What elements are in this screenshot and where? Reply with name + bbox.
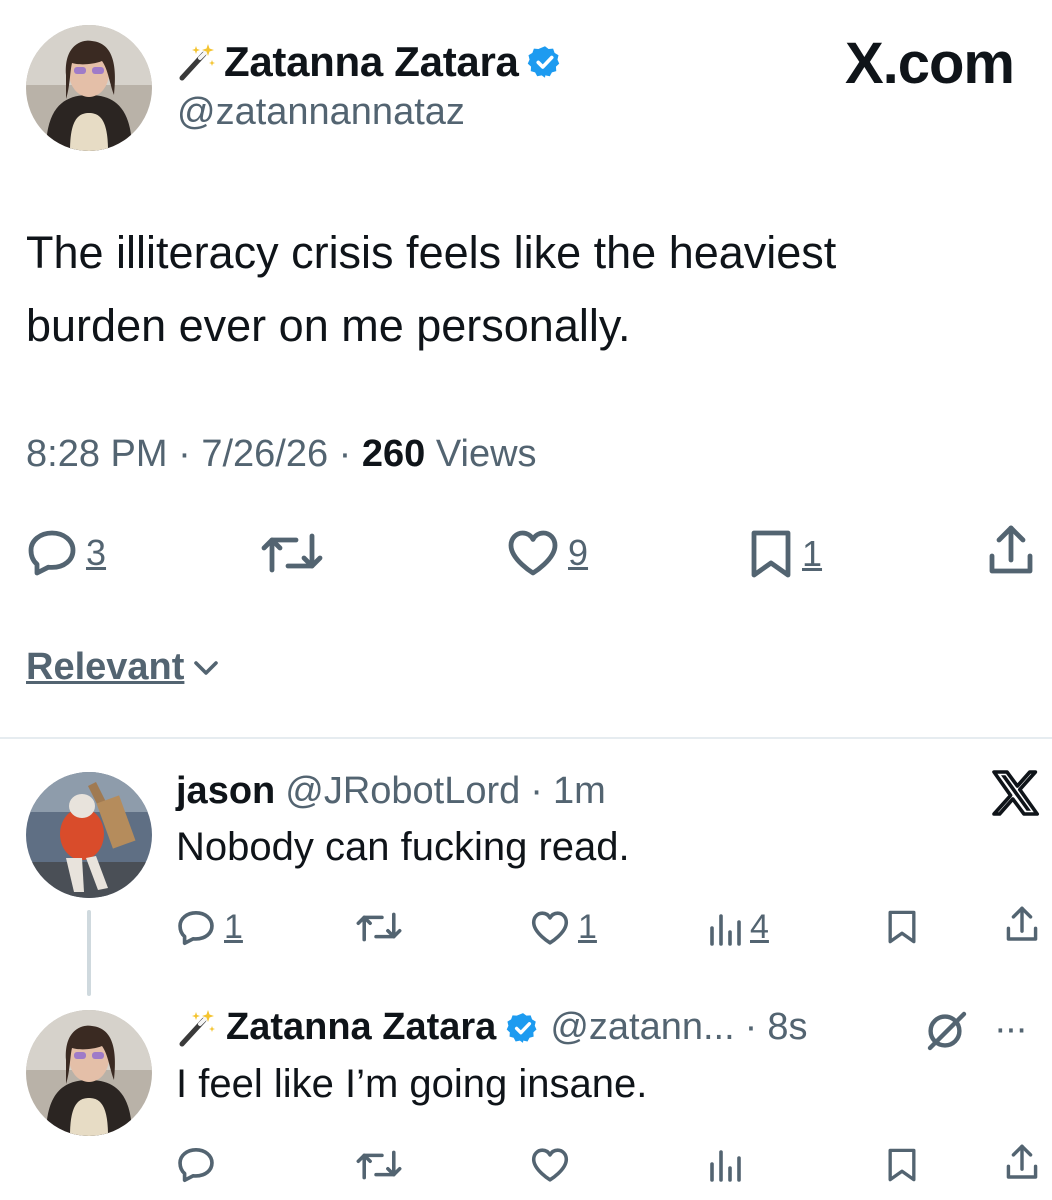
brand-logo-text: X.com: [844, 31, 1015, 96]
heart-icon: [508, 530, 558, 576]
bookmark-icon: [751, 530, 791, 578]
reply-header: jason @JRobotLord · 1m: [176, 770, 606, 813]
sort-dropdown[interactable]: Relevant: [26, 646, 220, 689]
reply-icon: [28, 530, 76, 576]
bookmark-icon: [888, 1148, 916, 1182]
repost-icon: [356, 912, 402, 942]
tweet-time[interactable]: 8:28 PM: [26, 433, 168, 475]
bookmark-button[interactable]: [886, 1146, 918, 1184]
more-options-icon[interactable]: ···: [994, 1008, 1028, 1051]
grok-icon[interactable]: [922, 1010, 968, 1052]
views-count: 260: [361, 433, 426, 475]
tweet-date[interactable]: 7/26/26: [201, 433, 328, 475]
views-button[interactable]: 4: [708, 908, 769, 947]
author-name-row: Zatanna Zatara: [176, 38, 563, 86]
author-avatar[interactable]: [26, 25, 152, 151]
share-button[interactable]: [1004, 1142, 1040, 1182]
repost-button[interactable]: [260, 530, 324, 576]
heart-icon: [531, 910, 569, 945]
meta-separator: ·: [178, 433, 191, 475]
share-icon: [1006, 1144, 1038, 1179]
magic-wand-icon: [179, 44, 215, 81]
tweet-meta: 8:28 PM · 7/26/26 · 260 Views: [26, 433, 537, 476]
reply-author-handle[interactable]: @JRobotLord: [285, 770, 520, 813]
verified-badge-icon[interactable]: [506, 1011, 540, 1045]
reply-time[interactable]: 1m: [553, 770, 606, 813]
like-button[interactable]: 1: [530, 908, 597, 947]
share-button[interactable]: [986, 522, 1036, 578]
views-label: Views: [435, 433, 537, 475]
author-handle[interactable]: @zatannannataz: [177, 91, 465, 134]
reply-text: Nobody can fucking read.: [176, 825, 630, 869]
thread-connector-line: [87, 910, 91, 996]
magic-wand-icon: [179, 1009, 215, 1046]
reply-count: 1: [224, 908, 243, 946]
like-button[interactable]: [530, 1146, 570, 1184]
repost-button[interactable]: [355, 1148, 403, 1182]
reply-header: Zatanna Zatara @zatann... · 8s: [176, 1006, 807, 1049]
views-count: 4: [750, 908, 769, 946]
reply-avatar[interactable]: [26, 1010, 152, 1136]
reply-text: I feel like I’m going insane.: [176, 1062, 648, 1106]
meta-separator: ·: [530, 770, 543, 812]
reply-count: 3: [86, 532, 107, 573]
section-divider: [0, 737, 1052, 739]
bookmark-button[interactable]: 1: [748, 528, 822, 580]
bookmark-button[interactable]: [886, 908, 918, 946]
verified-badge-icon[interactable]: [527, 44, 563, 80]
repost-icon: [261, 533, 323, 573]
x-logo-icon: [992, 770, 1039, 816]
reply-author-name[interactable]: jason: [176, 770, 275, 813]
heart-icon: [531, 1148, 569, 1182]
reply-author-name[interactable]: Zatanna Zatara: [226, 1006, 496, 1049]
bookmark-count: 1: [802, 533, 823, 574]
analytics-icon: [710, 1150, 741, 1182]
sort-label: Relevant: [26, 646, 185, 688]
repost-icon: [356, 1150, 402, 1180]
views-button[interactable]: [708, 1146, 742, 1182]
like-count: 1: [578, 908, 597, 946]
analytics-icon: [710, 913, 741, 946]
reply-icon: [178, 1147, 214, 1183]
share-icon: [1006, 906, 1038, 941]
share-button[interactable]: [1004, 904, 1040, 944]
reply-author-handle[interactable]: @zatann...: [550, 1006, 734, 1049]
like-button[interactable]: 9: [506, 528, 588, 578]
chevron-down-icon: [194, 660, 219, 675]
tweet-text: The illiteracy crisis feels like the hea…: [26, 227, 837, 351]
reply-button[interactable]: [176, 1146, 216, 1184]
reply-time[interactable]: 8s: [767, 1006, 807, 1049]
like-count: 9: [568, 532, 589, 573]
reply-avatar[interactable]: [26, 772, 152, 898]
repost-button[interactable]: [355, 910, 403, 944]
reply-icon: [178, 910, 214, 945]
share-icon: [989, 525, 1033, 574]
meta-separator: ·: [338, 433, 352, 475]
reply-button[interactable]: 1: [176, 908, 243, 947]
author-name[interactable]: Zatanna Zatara: [224, 38, 519, 86]
reply-button[interactable]: 3: [26, 528, 106, 578]
meta-separator: ·: [744, 1006, 758, 1048]
bookmark-icon: [888, 910, 916, 944]
